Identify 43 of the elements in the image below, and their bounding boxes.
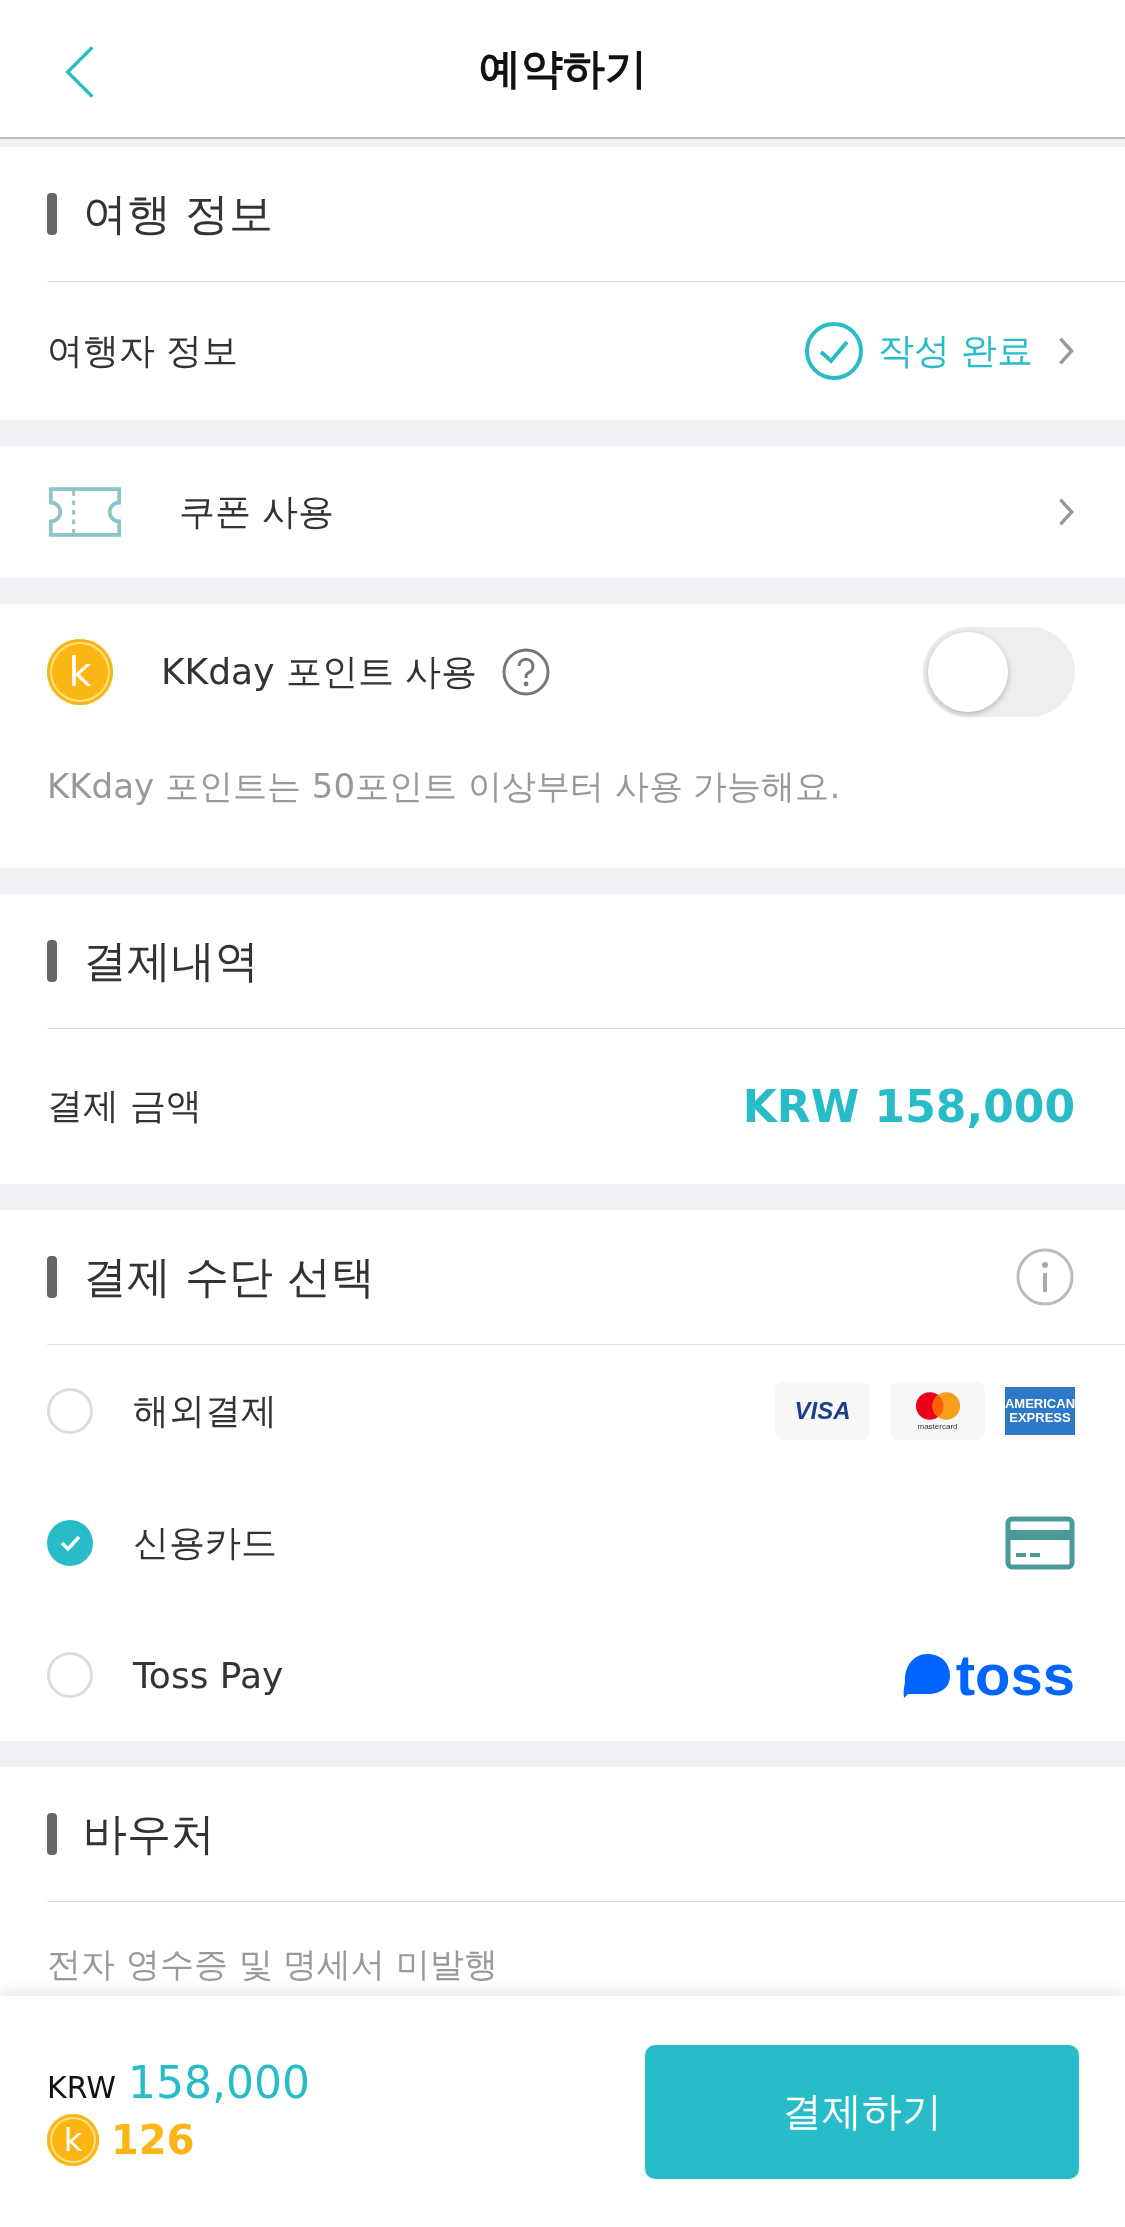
credit-card-icon xyxy=(1005,1516,1075,1570)
coin-icon: k xyxy=(47,2114,99,2166)
ticket-icon xyxy=(47,484,123,540)
card-logo: VISA xyxy=(775,1382,870,1440)
option-label: 신용카드 xyxy=(133,1520,277,1565)
section-marker xyxy=(47,1256,57,1298)
payment-option[interactable]: 해외결제 VISA mastercard AMERICAN EXPRESS xyxy=(0,1345,1125,1477)
currency-label: KRW xyxy=(47,2070,116,2105)
payment-option[interactable]: 신용카드 xyxy=(0,1477,1125,1609)
section-title: 결제 수단 선택 xyxy=(83,1249,375,1304)
row-label: KKday 포인트 사용 xyxy=(161,649,478,694)
radio-button[interactable] xyxy=(47,1388,93,1434)
payment-amount: KRW 158,000 xyxy=(742,1081,1075,1132)
coupon-row[interactable]: 쿠폰 사용 xyxy=(0,446,1125,578)
row-label: 여행자 정보 xyxy=(47,328,239,373)
radio-button[interactable] xyxy=(47,1652,93,1698)
card-logo: mastercard xyxy=(890,1382,985,1440)
total-price: 158,000 xyxy=(127,2057,310,2108)
section-title: 바우처 xyxy=(83,1806,215,1861)
help-icon[interactable] xyxy=(501,647,552,697)
section-title: 결제내역 xyxy=(83,933,259,988)
section-marker xyxy=(47,940,57,982)
points-note: KKday 포인트는 50포인트 이상부터 사용 가능해요. xyxy=(46,765,842,808)
points-earned: 126 xyxy=(111,2117,195,2163)
page-title: 예약하기 xyxy=(478,42,647,95)
status-text: 작성 완료 xyxy=(877,328,1033,373)
payment-option[interactable]: Toss Pay toss xyxy=(0,1609,1125,1741)
coin-icon: k xyxy=(47,639,113,705)
row-label: 쿠폰 사용 xyxy=(179,489,335,534)
section-title: 여행 정보 xyxy=(83,186,273,241)
section-marker xyxy=(47,1813,57,1855)
radio-button[interactable] xyxy=(47,1520,93,1566)
card-logo: AMERICAN EXPRESS xyxy=(1005,1387,1075,1435)
section-marker xyxy=(47,193,57,235)
info-icon[interactable] xyxy=(1015,1247,1075,1307)
option-label: 해외결제 xyxy=(133,1388,277,1433)
option-label: Toss Pay xyxy=(133,1654,284,1696)
voucher-note: 전자 영수증 및 명세서 미발행 xyxy=(46,1943,500,1986)
chevron-icon xyxy=(1057,335,1075,367)
row-label: 결제 금액 xyxy=(47,1084,203,1128)
chevron-icon xyxy=(1057,496,1075,528)
toss-logo: toss xyxy=(901,1646,1075,1704)
traveler-info-row[interactable]: 여행자 정보 작성 완료 xyxy=(0,282,1125,420)
